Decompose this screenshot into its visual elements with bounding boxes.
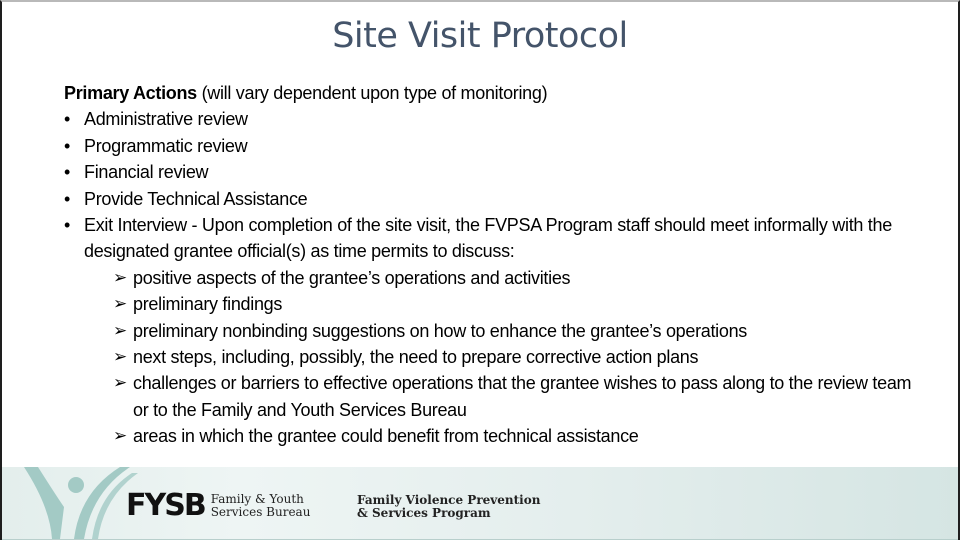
figure-left-arm bbox=[24, 467, 64, 539]
exit-interview-topics: ➢ positive aspects of the grantee’s opera… bbox=[64, 265, 924, 450]
list-item: • Programmatic review bbox=[64, 133, 924, 159]
arrow-bullet-icon: ➢ bbox=[113, 373, 127, 393]
list-item: • Financial review bbox=[64, 159, 924, 185]
sub-list-item: ➢ challenges or barriers to effective ope… bbox=[113, 370, 924, 423]
fysb-name: Family & Youth Services Bureau bbox=[211, 493, 311, 519]
arrow-bullet-icon: ➢ bbox=[113, 294, 127, 314]
list-item-text: Financial review bbox=[84, 162, 209, 183]
list-item: • Provide Technical Assistance bbox=[64, 186, 924, 212]
bullet-icon: • bbox=[64, 215, 71, 236]
program-name: Family Violence Prevention & Services Pr… bbox=[357, 494, 540, 520]
sub-list-item-text: preliminary nonbinding suggestions on ho… bbox=[133, 320, 748, 341]
sub-list-item: ➢ preliminary findings bbox=[113, 291, 924, 317]
arrow-bullet-icon: ➢ bbox=[113, 426, 127, 446]
fysb-wordmark: FYSB bbox=[126, 488, 207, 523]
list-item-text: Exit Interview - Upon completion of the … bbox=[84, 215, 892, 262]
bullet-icon: • bbox=[64, 109, 71, 130]
sub-list-item-text: next steps, including, possibly, the nee… bbox=[133, 347, 699, 368]
sub-list-item-text: positive aspects of the grantee’s operat… bbox=[133, 267, 571, 288]
sub-list-item: ➢ next steps, including, possibly, the ne… bbox=[113, 344, 924, 370]
list-item-text: Programmatic review bbox=[84, 135, 248, 156]
arrow-bullet-icon: ➢ bbox=[113, 347, 127, 367]
sub-list-item: ➢ areas in which the grantee could benefi… bbox=[113, 423, 924, 449]
person-figure-logo-icon bbox=[24, 467, 138, 539]
fysb-logo: FYSB Family & Youth Services Bureau bbox=[126, 491, 310, 521]
slide: Site Visit Protocol Primary Actions (wil… bbox=[0, 0, 960, 540]
slide-body: Primary Actions (will vary dependent upo… bbox=[64, 80, 924, 450]
list-item-text: Administrative review bbox=[84, 109, 248, 130]
bullet-icon: • bbox=[64, 135, 71, 156]
bullet-icon: • bbox=[64, 188, 71, 209]
fysb-name-line2: Services Bureau bbox=[210, 505, 311, 519]
sub-list-item: ➢ positive aspects of the grantee’s opera… bbox=[113, 265, 924, 291]
program-name-line2: & Services Program bbox=[357, 506, 491, 520]
heading-bold: Primary Actions bbox=[64, 83, 197, 103]
list-item: • Administrative review bbox=[64, 106, 924, 132]
slide-title: Site Visit Protocol bbox=[332, 16, 628, 56]
figure-head bbox=[68, 477, 84, 493]
arrow-bullet-icon: ➢ bbox=[113, 267, 127, 287]
list-item-text: Provide Technical Assistance bbox=[84, 188, 308, 209]
primary-actions-heading: Primary Actions (will vary dependent upo… bbox=[64, 80, 924, 106]
sub-list-item-text: challenges or barriers to effective oper… bbox=[133, 373, 912, 420]
sub-list-item-text: preliminary findings bbox=[133, 294, 283, 315]
arrow-bullet-icon: ➢ bbox=[113, 320, 127, 340]
bullet-icon: • bbox=[64, 162, 71, 183]
sub-list-item-text: areas in which the grantee could benefit… bbox=[133, 426, 639, 447]
figure-right-arm bbox=[74, 467, 130, 539]
sub-list-item: ➢ preliminary nonbinding suggestions on h… bbox=[113, 318, 924, 344]
footer-banner: FYSB Family & Youth Services Bureau Fami… bbox=[2, 467, 958, 540]
list-item: • Exit Interview - Upon completion of the… bbox=[64, 212, 924, 265]
heading-rest: (will vary dependent upon type of monito… bbox=[196, 83, 548, 103]
primary-actions-list: • Administrative review • Programmatic rev… bbox=[64, 106, 924, 264]
